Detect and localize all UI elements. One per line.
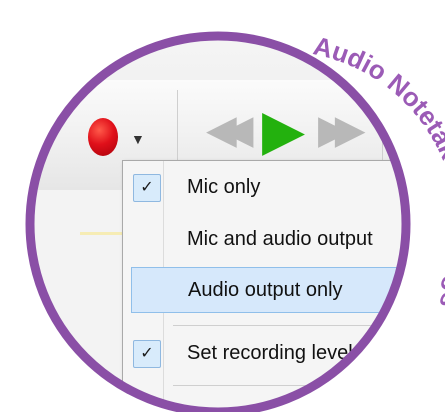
caption-text: Audio Notetaker - settings [311, 30, 445, 313]
caption-label: Audio Notetaker - settings [311, 30, 445, 313]
screenshot-stage: ▼ ◀◀ ▶ ▶▶ ✓ Mic only Mic and audio outpu… [0, 0, 445, 412]
